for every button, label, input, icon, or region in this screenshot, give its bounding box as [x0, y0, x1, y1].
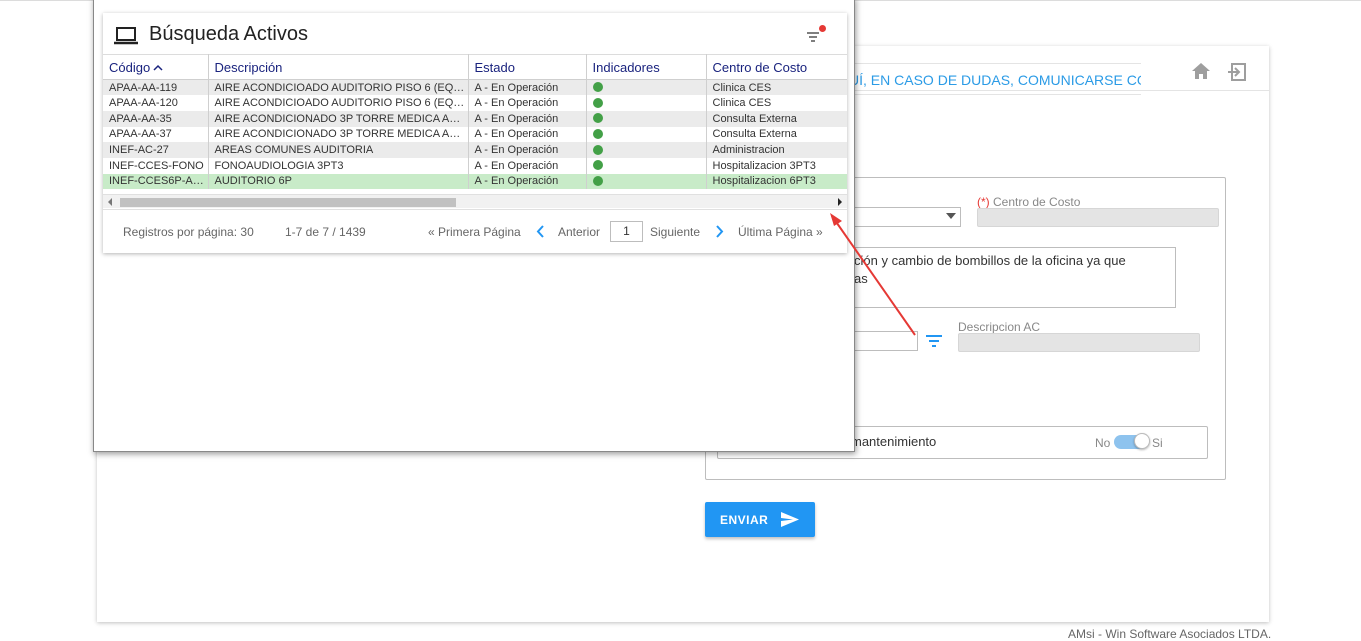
send-icon — [781, 512, 799, 527]
cell-codigo: APAA-AA-119 — [103, 79, 209, 96]
first-page-link[interactable]: « Primera Página — [428, 225, 521, 239]
next-page-link[interactable]: Siguiente — [650, 225, 700, 239]
pager-divider — [103, 209, 847, 210]
horizontal-scrollbar[interactable] — [103, 194, 847, 208]
cell-codigo: APAA-AA-35 — [103, 110, 209, 127]
centro-costo-label: (*) Centro de Costo — [977, 195, 1081, 209]
cell-indicador — [586, 95, 707, 111]
home-icon[interactable] — [1191, 62, 1211, 80]
table-row[interactable]: INEF-AC-27 AREAS COMUNES AUDITORIA A - E… — [103, 142, 847, 158]
column-header-descripcion[interactable]: Descripción — [208, 54, 469, 80]
assets-table: Código Descripción Estado Indicadores Ce… — [103, 54, 847, 190]
chevron-down-icon — [946, 213, 956, 219]
table-row[interactable]: APAA-AA-119 AIRE ACONDICIOADO AUDITORIO … — [103, 79, 847, 96]
asset-search-panel: Búsqueda Activos Código Descripción Esta… — [103, 13, 847, 253]
status-ok-icon — [592, 144, 603, 155]
cell-indicador — [586, 142, 707, 158]
chevron-right-icon[interactable] — [716, 225, 724, 238]
cell-centro: Hospitalizacion 3PT3 — [712, 159, 816, 172]
sort-asc-icon — [153, 65, 163, 71]
cell-centro: Consulta Externa — [706, 110, 847, 127]
prev-page-link[interactable]: Anterior — [558, 225, 600, 239]
status-ok-icon — [592, 160, 603, 171]
centro-costo-field — [977, 208, 1219, 227]
cell-centro: Consulta Externa — [712, 128, 797, 141]
toggle-si-label: Si — [1152, 436, 1163, 450]
laptop-icon — [114, 27, 138, 45]
cell-indicador — [586, 79, 707, 96]
table-row[interactable]: APAA-AA-37 AIRE ACONDICIONADO 3P TORRE M… — [103, 126, 847, 143]
cell-estado: A - En Operación — [468, 79, 587, 96]
column-header-centro-costo[interactable]: Centro de Costo — [706, 54, 847, 80]
status-ok-icon — [592, 175, 603, 186]
status-ok-icon — [592, 128, 603, 139]
table-row[interactable]: APAA-AA-120 AIRE ACONDICIOADO AUDITORIO … — [103, 95, 847, 111]
cell-descripcion: AUDITORIO 6P — [208, 173, 469, 190]
cell-indicador — [586, 126, 707, 143]
status-ok-icon — [592, 82, 603, 93]
column-header-codigo[interactable]: Código — [103, 54, 209, 80]
scrollbar-thumb[interactable] — [120, 198, 456, 207]
cell-estado: A - En Operación — [468, 142, 587, 158]
records-per-page[interactable]: Registros por página: 30 — [123, 225, 254, 239]
cell-descripcion: AIRE ACONDICIONADO 3P TORRE MEDICA AUDIT… — [208, 126, 469, 143]
cell-centro: Administracion — [706, 142, 847, 158]
table-row[interactable]: APAA-AA-35 AIRE ACONDICIONADO 3P TORRE M… — [103, 110, 847, 127]
cell-codigo: APAA-AA-120 — [103, 95, 209, 111]
cell-codigo: INEF-CCES-FONO — [103, 157, 209, 174]
filter-icon[interactable] — [925, 334, 943, 348]
column-header-indicadores[interactable]: Indicadores — [586, 54, 707, 80]
cell-descripcion: AIRE ACONDICIOADO AUDITORIO PISO 6 (EQUI… — [208, 79, 469, 96]
table-header-row: Código Descripción Estado Indicadores Ce… — [103, 54, 847, 80]
logout-icon[interactable] — [1227, 62, 1247, 82]
cell-indicador — [586, 173, 707, 190]
status-ok-icon — [592, 113, 603, 124]
send-button-label: ENVIAR — [720, 513, 769, 527]
cell-codigo: INEF-CCES6P-AUDITORIO — [103, 173, 209, 190]
descripcion-ac-field — [958, 333, 1200, 352]
notification-dot — [819, 25, 826, 32]
panel-title: Búsqueda Activos — [149, 23, 308, 45]
cell-descripcion: AIRE ACONDICIONADO 3P TORRE MEDICA AUDIT… — [208, 110, 469, 127]
cell-descripcion: FONOAUDIOLOGIA 3PT3 — [208, 157, 469, 174]
scroll-left-arrow-icon[interactable] — [108, 198, 112, 206]
asset-search-window: Búsqueda Activos Código Descripción Esta… — [93, 0, 855, 452]
last-page-link[interactable]: Última Página » — [738, 225, 823, 239]
cell-descripcion: AIRE ACONDICIOADO AUDITORIO PISO 6 (EQUI… — [208, 95, 469, 111]
cell-indicador — [586, 157, 707, 174]
mantenimiento-label: mantenimiento — [851, 434, 937, 449]
cell-codigo: APAA-AA-37 — [103, 126, 209, 143]
cell-estado: A - En Operación — [468, 173, 587, 190]
cell-estado: A - En Operación — [468, 157, 587, 174]
cell-estado: A - En Operación — [468, 95, 587, 111]
cell-codigo: INEF-AC-27 — [103, 142, 209, 158]
footer-text: AMsi - Win Software Asociados LTDA. — [1068, 627, 1272, 641]
table-row[interactable]: INEF-CCES-FONO FONOAUDIOLOGIA 3PT3 A - E… — [103, 157, 847, 174]
cell-centro: Hospitalizacion 6PT3 — [706, 173, 847, 190]
chevron-left-icon[interactable] — [536, 225, 544, 238]
cell-indicador — [586, 110, 707, 127]
cell-estado: A - En Operación — [468, 110, 587, 127]
records-range: 1-7 de 7 / 1439 — [285, 225, 366, 239]
status-ok-icon — [592, 97, 603, 108]
cell-centro: Clinica CES — [712, 97, 772, 110]
annotation-arrow — [830, 213, 916, 336]
column-header-estado[interactable]: Estado — [468, 54, 587, 80]
descripcion-ac-label: Descripcion AC — [958, 320, 1041, 334]
cell-centro: Clinica CES — [706, 79, 847, 96]
cell-estado: A - En Operación — [468, 126, 587, 143]
filter-icon[interactable] — [807, 31, 821, 43]
cell-descripcion: AREAS COMUNES AUDITORIA — [208, 142, 469, 158]
toggle-knob[interactable] — [1134, 433, 1150, 449]
toggle-no-label: No — [1095, 436, 1111, 450]
scroll-right-arrow-icon[interactable] — [838, 198, 842, 206]
pagination-bar: Registros por página: 30 1-7 de 7 / 1439… — [103, 221, 847, 243]
table-row-selected[interactable]: INEF-CCES6P-AUDITORIO AUDITORIO 6P A - E… — [103, 173, 847, 190]
page-number-input[interactable]: 1 — [610, 221, 643, 242]
send-button[interactable]: ENVIAR — [705, 502, 815, 537]
